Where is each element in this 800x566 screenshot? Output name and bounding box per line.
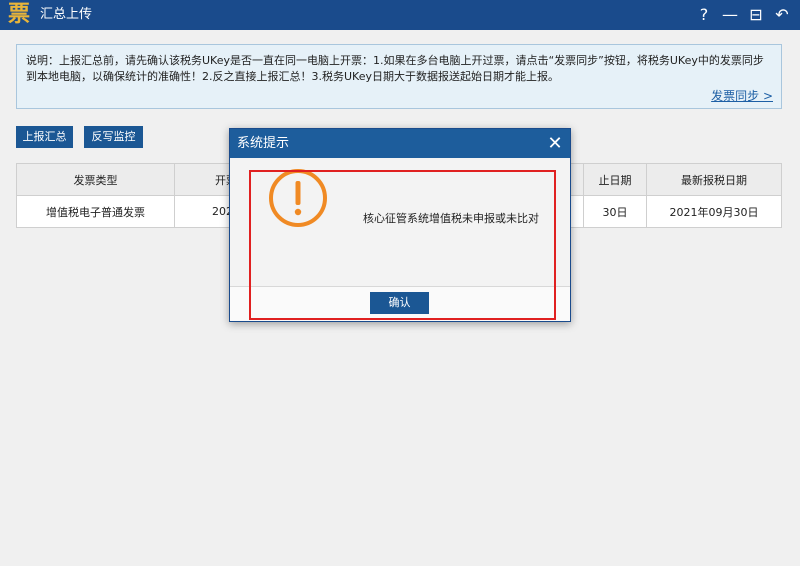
app-title: 汇总上传 — [40, 7, 93, 22]
dialog-body: 核心征管系统增值税未申报或未比对 — [230, 158, 570, 287]
col-header: 发票类型 — [16, 163, 175, 196]
table-cell: 增值税电子普通发票 — [16, 195, 175, 228]
maximize-button[interactable]: ⊟ — [744, 0, 768, 30]
back-button[interactable]: ↶ — [770, 0, 794, 30]
app-logo: 票 — [7, 2, 30, 27]
table-cell: 2021年09月30日 — [646, 195, 782, 228]
help-button[interactable]: ? — [692, 0, 716, 30]
notice-text: 说明：上报汇总前，请先确认该税务UKey是否一直在同一电脑上开票：1.如果在多台… — [26, 54, 764, 83]
report-summary-button[interactable]: 上报汇总 — [16, 126, 73, 148]
col-header: 止日期 — [583, 163, 647, 196]
col-header: 最新报税日期 — [646, 163, 782, 196]
table-cell: 30日 — [583, 195, 647, 228]
notice-panel: 说明：上报汇总前，请先确认该税务UKey是否一直在同一电脑上开票：1.如果在多台… — [16, 44, 782, 109]
invoice-sync-link[interactable]: 发票同步 > — [711, 87, 773, 104]
title-bar: 票 汇总上传 ? — ⊟ ↶ — [0, 0, 800, 30]
dialog-message: 核心征管系统增值税未申报或未比对 — [363, 212, 539, 225]
system-prompt-dialog: 系统提示 ✕ 核心征管系统增值税未申报或未比对 确认 — [229, 128, 571, 322]
writeback-monitor-button[interactable]: 反写监控 — [84, 126, 143, 148]
close-icon[interactable]: ✕ — [546, 129, 564, 158]
confirm-button[interactable]: 确认 — [370, 292, 429, 314]
minimize-button[interactable]: — — [718, 0, 742, 30]
dialog-title: 系统提示 — [237, 136, 290, 151]
warning-icon — [269, 169, 327, 227]
dialog-header: 系统提示 ✕ — [230, 129, 570, 158]
